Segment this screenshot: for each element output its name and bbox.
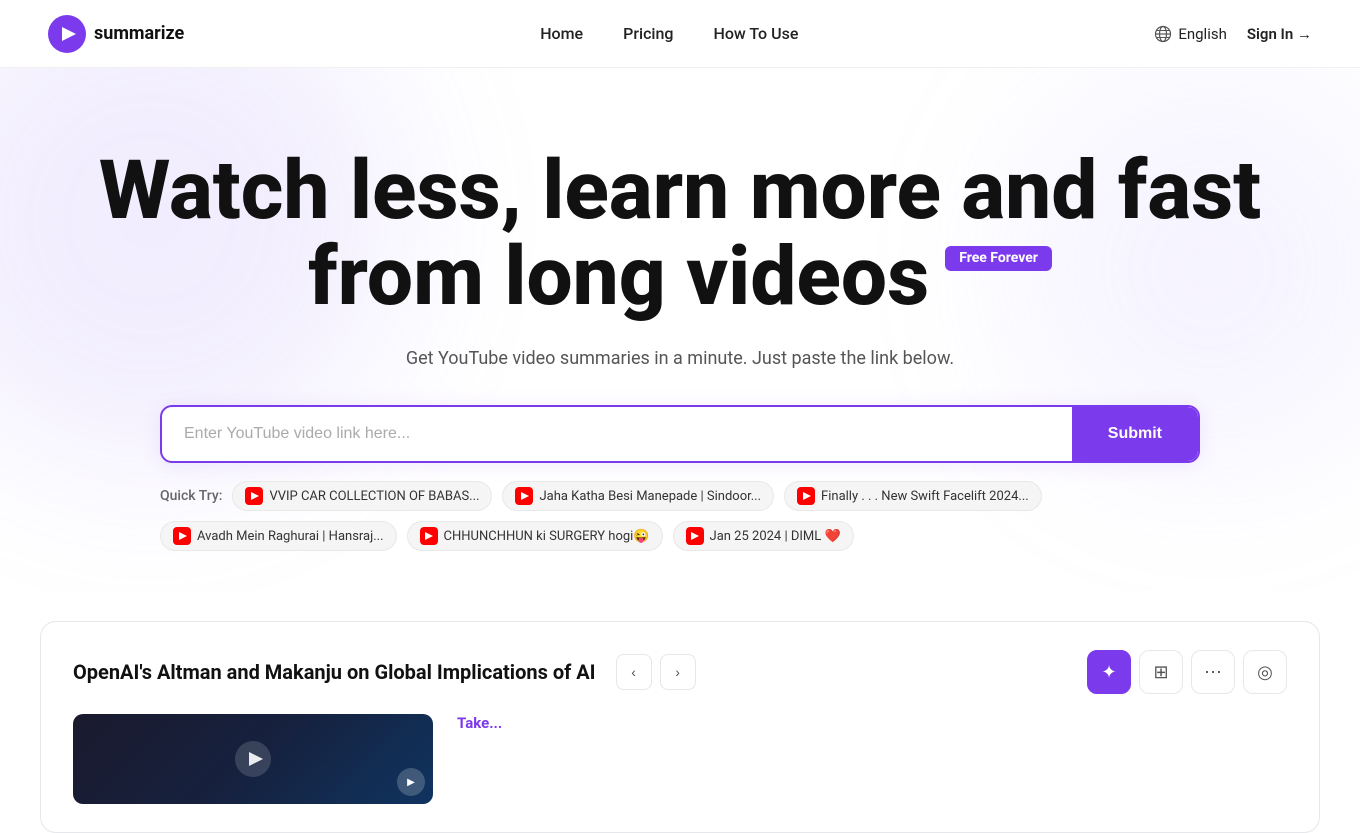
quick-try-label: Quick Try:	[160, 488, 222, 504]
chip-label-3: Avadh Mein Raghurai | Hansraj...	[197, 529, 384, 544]
hero-title: Watch less, learn more and fast from lon…	[80, 148, 1280, 320]
yt-icon-1	[515, 487, 533, 505]
yt-icon-2	[797, 487, 815, 505]
arrow-right[interactable]: ›	[660, 654, 696, 690]
chip-label-4: CHHUNCHHUN ki SURGERY hogi😜	[444, 529, 650, 544]
chip-label-2: Finally . . . New Swift Facelift 2024...	[821, 489, 1029, 504]
bottom-header-left: OpenAI's Altman and Makanju on Global Im…	[73, 654, 696, 690]
nav-arrows: ‹ ›	[616, 654, 696, 690]
sign-in-button[interactable]: Sign In →	[1247, 25, 1312, 43]
logo-link[interactable]: summarize	[48, 15, 184, 53]
tool-btn-2[interactable]: ⋯	[1191, 650, 1235, 694]
arrow-left[interactable]: ‹	[616, 654, 652, 690]
video-play-icon	[233, 739, 273, 779]
bottom-card: OpenAI's Altman and Makanju on Global Im…	[40, 621, 1320, 833]
nav-pricing[interactable]: Pricing	[623, 24, 673, 43]
nav-right: English Sign In →	[1154, 25, 1312, 43]
bottom-card-header: OpenAI's Altman and Makanju on Global Im…	[73, 650, 1287, 694]
tool-btn-1[interactable]: ⊞	[1139, 650, 1183, 694]
tool-btn-3[interactable]: ◎	[1243, 650, 1287, 694]
chip-4[interactable]: CHHUNCHHUN ki SURGERY hogi😜	[407, 521, 663, 551]
logo-icon	[48, 15, 86, 53]
tool-icons: ✦ ⊞ ⋯ ◎	[1087, 650, 1287, 694]
chip-1[interactable]: Jaha Katha Besi Manepade | Sindoor...	[502, 481, 774, 511]
video-thumbnail[interactable]: ▶	[73, 714, 433, 804]
nav-links: Home Pricing How To Use	[540, 24, 798, 43]
video-thumb-inner	[73, 714, 433, 804]
chip-2[interactable]: Finally . . . New Swift Facelift 2024...	[784, 481, 1042, 511]
play-overlay: ▶	[397, 768, 425, 796]
quick-try: Quick Try: VVIP CAR COLLECTION OF BABAS.…	[160, 481, 1200, 551]
hero-title-line2: from long videos Free Forever	[308, 234, 1052, 320]
hero-title-videos: from long videos	[308, 234, 929, 320]
hero-section: Watch less, learn more and fast from lon…	[0, 68, 1360, 591]
search-container: Submit Quick Try: VVIP CAR COLLECTION OF…	[160, 405, 1200, 551]
chip-label-1: Jaha Katha Besi Manepade | Sindoor...	[539, 489, 761, 504]
language-label: English	[1178, 25, 1227, 43]
yt-icon-5	[686, 527, 704, 545]
search-input[interactable]	[162, 407, 1072, 461]
nav-how-to-use[interactable]: How To Use	[713, 24, 798, 43]
tool-btn-0[interactable]: ✦	[1087, 650, 1131, 694]
chip-label-0: VVIP CAR COLLECTION OF BABAS...	[269, 489, 479, 504]
summary-area: Take...	[457, 714, 1287, 804]
chip-0[interactable]: VVIP CAR COLLECTION OF BABAS...	[232, 481, 492, 511]
logo-text: summarize	[94, 23, 184, 44]
search-box: Submit	[160, 405, 1200, 463]
globe-icon	[1154, 25, 1172, 43]
chip-3[interactable]: Avadh Mein Raghurai | Hansraj...	[160, 521, 397, 551]
bottom-card-title: OpenAI's Altman and Makanju on Global Im…	[73, 660, 596, 684]
hero-subtitle: Get YouTube video summaries in a minute.…	[40, 348, 1320, 369]
yt-icon-3	[173, 527, 191, 545]
nav-home[interactable]: Home	[540, 24, 583, 43]
yt-icon-4	[420, 527, 438, 545]
chip-label-5: Jan 25 2024 | DIML ❤️	[710, 529, 841, 544]
language-selector[interactable]: English	[1154, 25, 1227, 43]
hero-title-line1: Watch less, learn more and fast	[99, 143, 1261, 239]
submit-button[interactable]: Submit	[1072, 407, 1198, 461]
summary-title: Take...	[457, 714, 1287, 732]
chip-5[interactable]: Jan 25 2024 | DIML ❤️	[673, 521, 854, 551]
navbar: summarize Home Pricing How To Use Englis…	[0, 0, 1360, 68]
bottom-card-content: ▶ Take...	[73, 714, 1287, 804]
free-badge: Free Forever	[945, 246, 1052, 271]
yt-icon-0	[245, 487, 263, 505]
